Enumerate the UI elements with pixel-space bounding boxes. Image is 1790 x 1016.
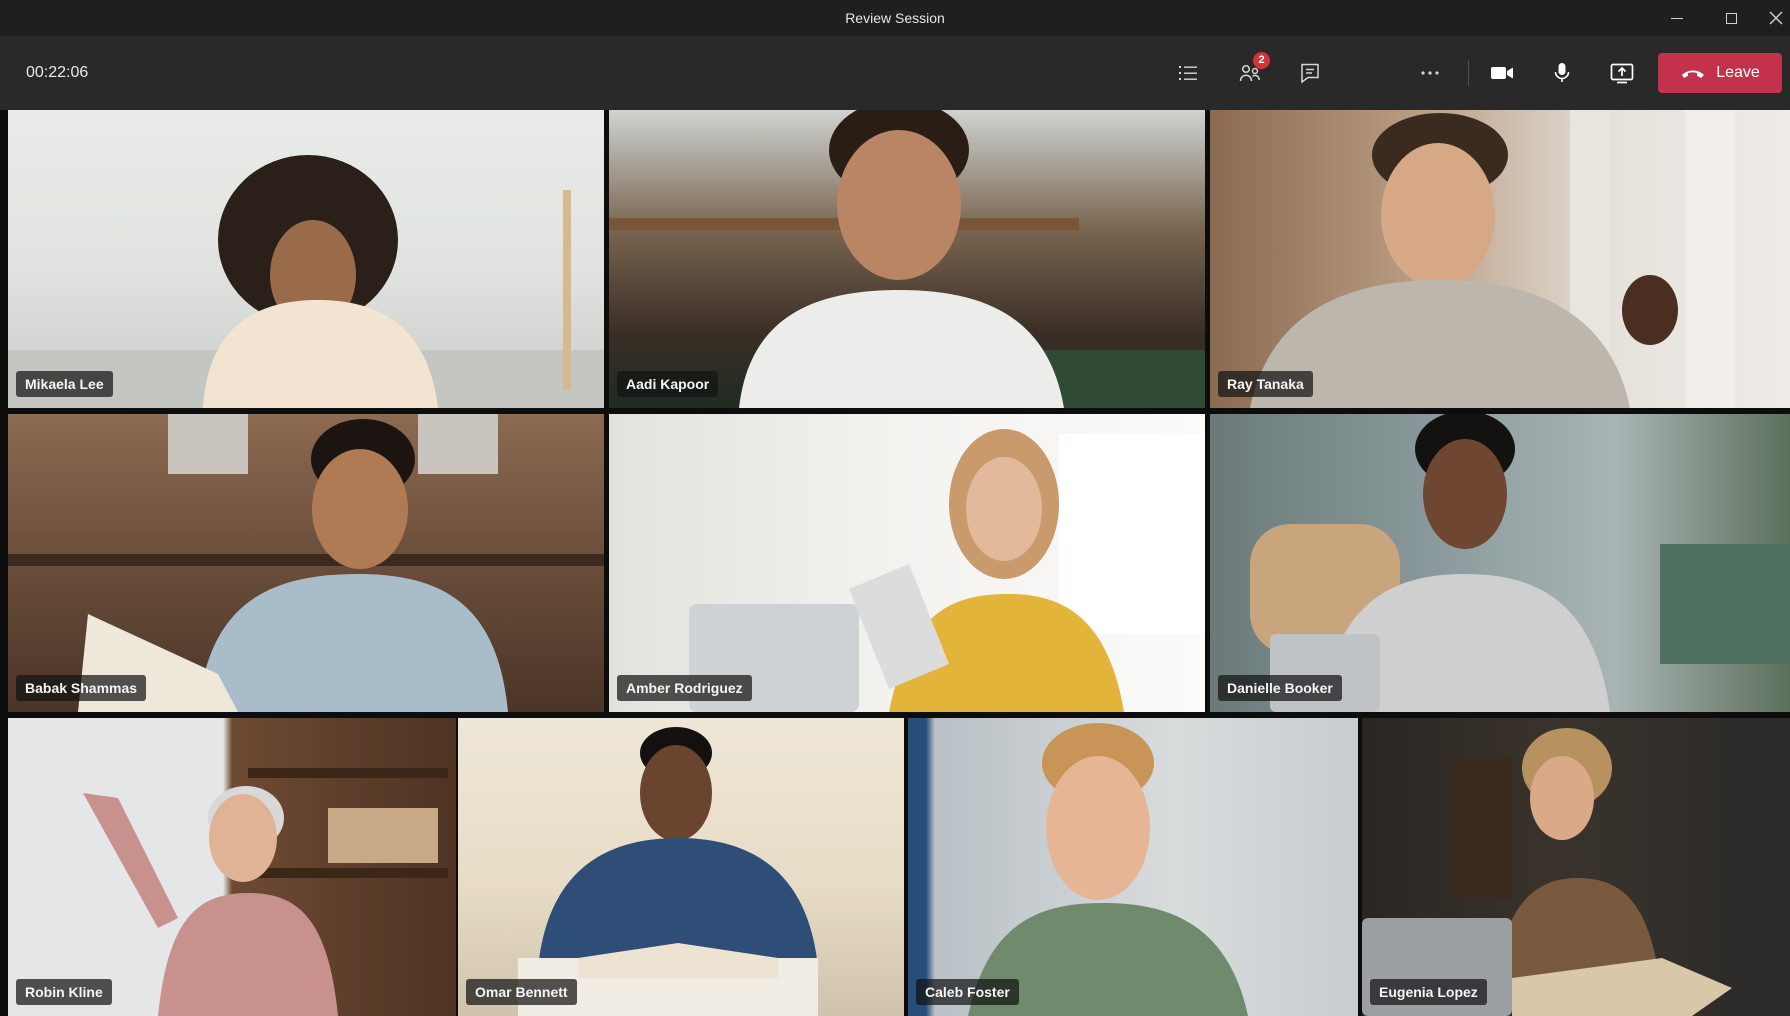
participant-name-tag: Omar Bennett	[466, 979, 577, 1005]
participant-video	[609, 110, 1205, 408]
microphone-icon	[1554, 63, 1570, 82]
participant-name-tag: Eugenia Lopez	[1370, 979, 1487, 1005]
video-tile[interactable]: Mikaela Lee	[8, 110, 604, 408]
leave-button[interactable]: Leave	[1658, 53, 1782, 93]
window-title: Review Session	[845, 10, 945, 26]
participant-name-tag: Amber Rodriguez	[617, 675, 752, 701]
participant-name-tag: Robin Kline	[16, 979, 112, 1005]
participant-video	[8, 414, 604, 712]
meeting-toolbar: 00:22:06 2 Leave	[0, 36, 1790, 110]
close-icon	[1769, 11, 1783, 25]
more-icon	[1421, 71, 1439, 75]
participant-video	[1250, 110, 1735, 408]
chat-button[interactable]	[1290, 53, 1330, 93]
video-tile[interactable]: Caleb Foster	[908, 718, 1358, 1016]
video-tile[interactable]: Aadi Kapoor	[609, 110, 1205, 408]
participant-video	[83, 768, 448, 1016]
list-icon	[1179, 66, 1197, 80]
minimize-icon	[1671, 17, 1683, 19]
video-grid: Mikaela Lee Aadi Kapoor Ray Tanaka Babak…	[0, 110, 1790, 1016]
participant-video	[689, 429, 1205, 712]
video-tile[interactable]: Robin Kline	[8, 718, 456, 1016]
maximize-button[interactable]	[1708, 0, 1754, 36]
share-screen-icon	[1610, 63, 1634, 84]
participant-video	[8, 155, 604, 408]
video-tile[interactable]: Babak Shammas	[8, 414, 604, 712]
minimize-button[interactable]	[1654, 0, 1700, 36]
maximize-icon	[1725, 12, 1737, 24]
participant-name-tag: Mikaela Lee	[16, 371, 113, 397]
video-tile[interactable]: Eugenia Lopez	[1362, 718, 1790, 1016]
participant-name-tag: Caleb Foster	[916, 979, 1019, 1005]
leave-label: Leave	[1716, 64, 1760, 81]
microphone-button[interactable]	[1542, 53, 1582, 93]
participant-video	[1250, 414, 1790, 712]
window-title-bar: Review Session	[0, 0, 1790, 36]
participant-video	[968, 723, 1248, 1016]
participant-name-tag: Ray Tanaka	[1218, 371, 1313, 397]
video-tile[interactable]: Danielle Booker	[1210, 414, 1790, 712]
show-list-button[interactable]	[1168, 53, 1208, 93]
chat-icon	[1301, 63, 1319, 84]
more-options-button[interactable]	[1410, 53, 1450, 93]
participant-name-tag: Babak Shammas	[16, 675, 147, 701]
video-tile[interactable]: Ray Tanaka	[1210, 110, 1790, 408]
camera-button[interactable]	[1482, 53, 1522, 93]
participant-video	[518, 727, 818, 1016]
video-tile[interactable]: Omar Bennett	[458, 718, 904, 1016]
hang-up-icon	[1682, 70, 1705, 78]
call-timer: 00:22:06	[26, 64, 89, 81]
participants-button[interactable]: 2	[1230, 52, 1270, 93]
share-screen-button[interactable]	[1602, 53, 1642, 93]
camera-icon	[1491, 67, 1513, 79]
participant-name-tag: Aadi Kapoor	[617, 371, 719, 397]
toolbar-divider	[1468, 60, 1469, 86]
participant-name-tag: Danielle Booker	[1218, 675, 1342, 701]
participants-badge: 2	[1253, 52, 1270, 69]
close-button[interactable]	[1762, 0, 1790, 36]
video-tile[interactable]: Amber Rodriguez	[609, 414, 1205, 712]
participant-video	[1362, 728, 1732, 1016]
